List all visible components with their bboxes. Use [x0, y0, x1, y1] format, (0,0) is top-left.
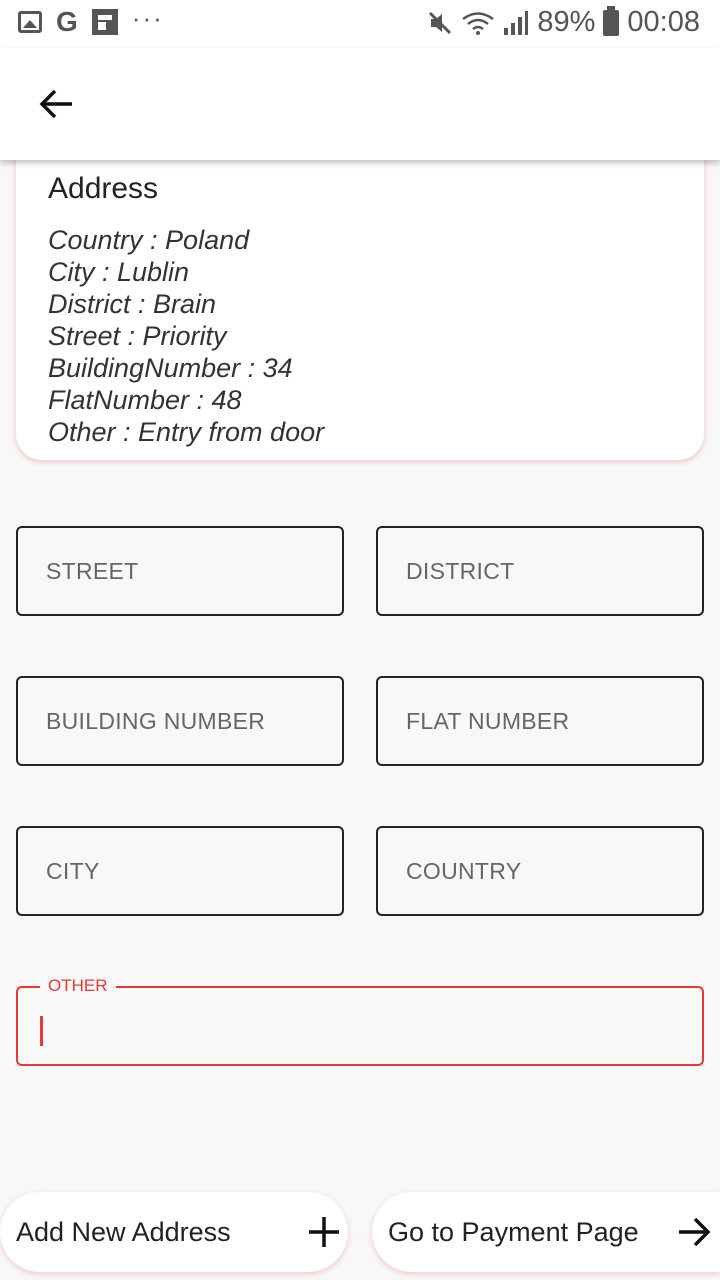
building-number-placeholder: BUILDING NUMBER — [46, 707, 266, 734]
add-new-address-label: Add New Address — [16, 1216, 231, 1247]
plus-icon — [309, 1217, 339, 1247]
country-placeholder: COUNTRY — [406, 857, 522, 884]
wifi-icon — [462, 11, 495, 35]
other-label: OTHER — [40, 976, 116, 996]
flat-number-field[interactable]: FLAT NUMBER — [376, 676, 704, 766]
district-placeholder: DISTRICT — [406, 557, 515, 584]
city-field[interactable]: CITY — [16, 826, 344, 916]
flat-number-placeholder: FLAT NUMBER — [406, 707, 570, 734]
clock: 00:08 — [627, 6, 700, 38]
address-details: Country : Poland City : Lublin District … — [48, 224, 672, 448]
arrow-left-icon — [39, 89, 72, 119]
status-right: 89% 00:08 — [427, 5, 700, 39]
address-other: Other : Entry from door — [48, 417, 325, 447]
arrow-right-icon — [679, 1217, 711, 1247]
app-bar — [0, 48, 720, 160]
street-placeholder: STREET — [46, 557, 139, 584]
go-to-payment-label: Go to Payment Page — [388, 1216, 639, 1247]
status-left: G ··· — [18, 3, 164, 37]
address-country: Country : Poland — [48, 225, 250, 255]
google-icon: G — [56, 6, 78, 37]
building-number-field[interactable]: BUILDING NUMBER — [16, 676, 344, 766]
go-to-payment-button[interactable]: Go to Payment Page — [372, 1192, 720, 1272]
add-new-address-button[interactable]: Add New Address — [0, 1192, 348, 1272]
street-field[interactable]: STREET — [16, 526, 344, 616]
address-flat-number: FlatNumber : 48 — [48, 385, 242, 415]
address-building-number: BuildingNumber : 34 — [48, 353, 293, 383]
battery-icon — [603, 5, 620, 36]
other-field[interactable]: OTHER — [16, 976, 704, 1066]
text-cursor — [40, 1016, 43, 1046]
status-bar: G ··· 89% 00:08 — [0, 0, 720, 48]
gallery-icon — [18, 11, 42, 33]
flipboard-icon — [91, 9, 118, 35]
address-city: City : Lublin — [48, 257, 190, 287]
address-title: Address — [48, 172, 159, 205]
district-field[interactable]: DISTRICT — [376, 526, 704, 616]
address-card: Address Country : Poland City : Lublin D… — [16, 150, 704, 460]
more-notifications-icon: ··· — [131, 3, 164, 33]
city-placeholder: CITY — [46, 857, 100, 884]
mute-icon — [429, 11, 452, 34]
address-district: District : Brain — [48, 289, 217, 319]
battery-percent: 89% — [537, 6, 596, 38]
signal-icon — [504, 10, 529, 35]
back-button[interactable] — [28, 76, 84, 132]
address-street: Street : Priority — [48, 321, 227, 351]
country-field[interactable]: COUNTRY — [376, 826, 704, 916]
